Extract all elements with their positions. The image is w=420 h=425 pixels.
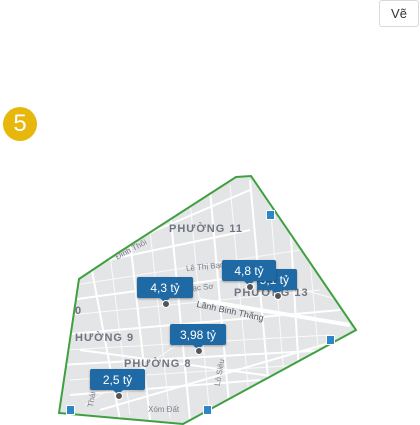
price-marker-label: 3,98 tỷ bbox=[179, 327, 217, 342]
price-marker-label: 4,8 tỷ bbox=[234, 263, 264, 278]
map-view[interactable]: PHƯỜNG 11 PHƯỜNG 13 HƯỜNG 9 PHƯỜNG 8 0 Đ… bbox=[0, 150, 420, 425]
district-label-partial: 0 bbox=[75, 305, 83, 317]
draw-button[interactable]: Vẽ bbox=[379, 0, 419, 27]
location-pin-icon bbox=[114, 392, 123, 400]
step-number-badge: 5 bbox=[3, 107, 37, 141]
district-label-ward-11: PHƯỜNG 11 bbox=[169, 223, 243, 235]
bus-stop-icon[interactable] bbox=[266, 210, 275, 220]
price-marker-label: 2,5 tỷ bbox=[102, 372, 133, 387]
street-label-xom-dat: Xóm Đất bbox=[148, 405, 180, 414]
location-pin-icon bbox=[246, 283, 254, 291]
price-marker-label: 4,3 tỷ bbox=[150, 280, 180, 295]
price-marker[interactable]: 2,5 tỷ bbox=[90, 369, 145, 400]
location-pin-icon bbox=[195, 347, 203, 355]
district-label-ward-9: HƯỜNG 9 bbox=[75, 332, 135, 344]
price-marker[interactable]: 4,3 tỷ bbox=[137, 277, 193, 308]
location-pin-icon bbox=[162, 300, 170, 308]
bus-stop-icon[interactable] bbox=[326, 335, 335, 345]
bus-stop-icon[interactable] bbox=[66, 405, 75, 415]
location-pin-icon bbox=[274, 292, 282, 300]
price-marker[interactable]: 4,8 tỷ bbox=[222, 260, 276, 291]
bus-stop-icon[interactable] bbox=[203, 405, 212, 415]
price-marker[interactable]: 3,98 tỷ bbox=[170, 324, 226, 355]
